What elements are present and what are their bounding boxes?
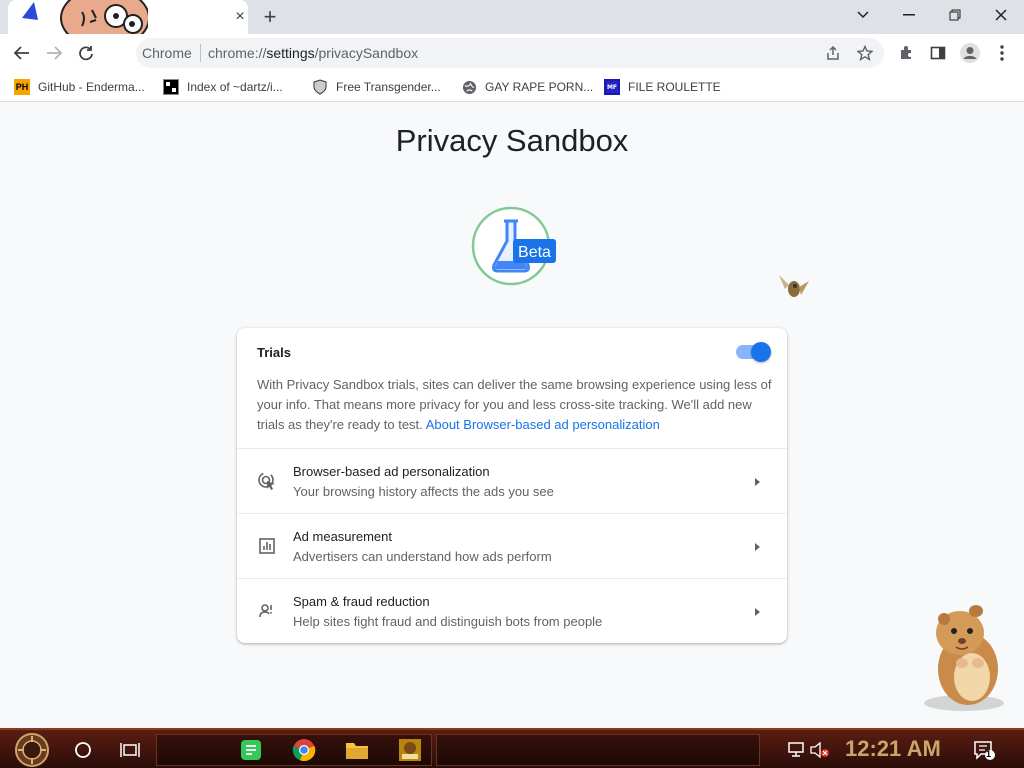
volume-muted-icon[interactable] bbox=[810, 740, 830, 760]
reload-icon[interactable] bbox=[72, 39, 100, 67]
bookmarks-bar: PH GitHub - Enderma... Index of ~dartz/i… bbox=[0, 72, 1024, 102]
bookmark-file-roulette[interactable]: MF FILE ROULETTE bbox=[604, 76, 721, 98]
file-favicon-icon: MF bbox=[604, 79, 620, 95]
hamster-desktop-pet bbox=[920, 603, 1010, 713]
taskbar-empty-area bbox=[436, 734, 760, 766]
search-circle-icon[interactable] bbox=[69, 736, 97, 764]
about-ad-personalization-link[interactable]: About Browser-based ad personalization bbox=[426, 417, 660, 432]
trials-heading: Trials bbox=[257, 345, 291, 360]
close-window-button[interactable] bbox=[978, 0, 1024, 30]
url-text: chrome://settings/privacySandbox bbox=[208, 45, 419, 61]
back-icon[interactable] bbox=[8, 39, 36, 67]
bookmark-star-icon[interactable] bbox=[854, 42, 876, 64]
svg-text:MF: MF bbox=[607, 84, 617, 91]
flying-moth-sticker bbox=[777, 273, 811, 305]
profile-avatar-icon[interactable] bbox=[956, 39, 984, 67]
bookmark-free-transgender[interactable]: Free Transgender... bbox=[312, 76, 441, 98]
row-title: Browser-based ad personalization bbox=[293, 464, 490, 479]
game-app-icon[interactable] bbox=[396, 736, 424, 764]
file-explorer-icon[interactable] bbox=[343, 736, 371, 764]
globe-favicon-icon bbox=[461, 79, 477, 95]
row-subtitle: Your browsing history affects the ads yo… bbox=[293, 484, 554, 499]
side-panel-icon[interactable] bbox=[924, 39, 952, 67]
trials-card: Trials With Privacy Sandbox trials, site… bbox=[237, 328, 787, 643]
notification-count-badge: 1 bbox=[986, 749, 992, 759]
new-tab-button[interactable]: + bbox=[258, 4, 282, 30]
page-title: Privacy Sandbox bbox=[395, 123, 629, 158]
task-view-icon[interactable] bbox=[116, 736, 144, 764]
tab-close-button[interactable]: × bbox=[230, 7, 250, 27]
restore-button[interactable] bbox=[932, 0, 978, 30]
chevron-right-icon bbox=[752, 605, 762, 617]
row-browser-ad-personalization[interactable]: Browser-based ad personalization Your br… bbox=[237, 448, 787, 513]
taskbar: 12:21 AM 1 bbox=[0, 728, 1024, 768]
beta-badge: Beta bbox=[518, 244, 551, 261]
minimize-button[interactable] bbox=[886, 0, 932, 30]
notes-app-icon[interactable] bbox=[237, 736, 265, 764]
chevron-right-icon bbox=[752, 475, 762, 487]
tab-strip: × + bbox=[0, 0, 1024, 46]
ph-favicon-icon: PH bbox=[14, 79, 30, 95]
bookmark-index-dartz[interactable]: Index of ~dartz/i... bbox=[163, 76, 283, 98]
ad-personalization-icon bbox=[257, 471, 277, 491]
settings-page: Privacy Sandbox Beta Trials With Privacy… bbox=[0, 103, 1024, 728]
shield-favicon-icon bbox=[312, 79, 328, 95]
spam-fraud-icon bbox=[257, 601, 277, 621]
browser-toolbar: Chrome chrome://settings/privacySandbox bbox=[0, 34, 1024, 72]
row-ad-measurement[interactable]: Ad measurement Advertisers can understan… bbox=[237, 513, 787, 578]
index-favicon-icon bbox=[163, 79, 179, 95]
share-icon[interactable] bbox=[822, 42, 844, 64]
trials-toggle[interactable] bbox=[736, 342, 771, 362]
extensions-icon[interactable] bbox=[892, 39, 920, 67]
row-subtitle: Advertisers can understand how ads perfo… bbox=[293, 549, 552, 564]
chevron-right-icon bbox=[752, 540, 762, 552]
tab-search-chevron-icon[interactable] bbox=[840, 0, 886, 30]
forward-icon[interactable] bbox=[40, 39, 68, 67]
address-bar[interactable]: Chrome chrome://settings/privacySandbox bbox=[136, 38, 884, 68]
taskbar-clock[interactable]: 12:21 AM bbox=[845, 736, 941, 762]
row-spam-fraud-reduction[interactable]: Spam & fraud reduction Help sites fight … bbox=[237, 578, 787, 643]
network-icon[interactable] bbox=[787, 740, 807, 760]
row-title: Spam & fraud reduction bbox=[293, 594, 430, 609]
menu-kebab-icon[interactable] bbox=[988, 39, 1016, 67]
row-subtitle: Help sites fight fraud and distinguish b… bbox=[293, 614, 603, 629]
start-button[interactable] bbox=[10, 732, 54, 768]
beta-flask-logo: Beta bbox=[470, 205, 560, 291]
bookmark-github[interactable]: PH GitHub - Enderma... bbox=[14, 76, 145, 98]
ad-measurement-icon bbox=[257, 536, 277, 556]
row-title: Ad measurement bbox=[293, 529, 392, 544]
bookmark-globe-site[interactable]: GAY RAPE PORN... bbox=[461, 76, 593, 98]
notification-center-icon[interactable]: 1 bbox=[972, 740, 996, 760]
chrome-app-icon[interactable] bbox=[290, 736, 318, 764]
omnibox-chip: Chrome bbox=[142, 44, 201, 62]
trials-description: With Privacy Sandbox trials, sites can d… bbox=[257, 377, 772, 432]
